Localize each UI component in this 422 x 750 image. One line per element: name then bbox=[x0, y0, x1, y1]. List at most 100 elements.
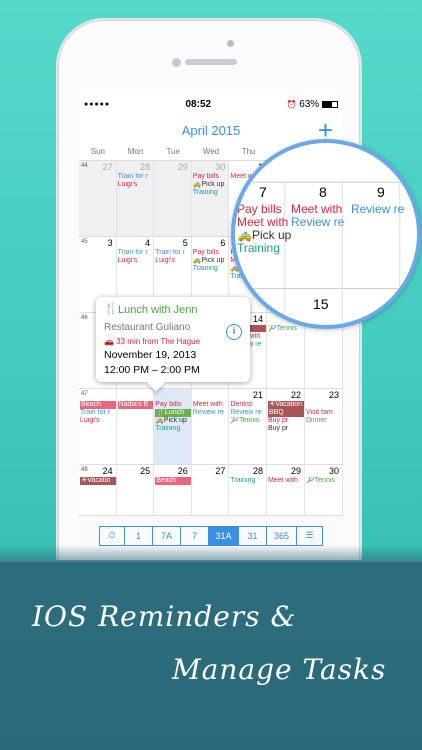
mag-day-7: 7 bbox=[259, 184, 267, 200]
calendar-event[interactable]: Buy pr bbox=[268, 425, 304, 433]
calendar-event[interactable]: Training bbox=[193, 189, 229, 197]
day-number: 29 bbox=[177, 162, 188, 172]
calendar-event[interactable]: Luigi's bbox=[80, 417, 116, 425]
calendar-event[interactable]: Luigi's bbox=[118, 181, 154, 189]
week-number: 48 bbox=[81, 467, 88, 473]
mag-day-8: 8 bbox=[319, 184, 327, 200]
info-button[interactable]: i bbox=[226, 324, 242, 340]
day-cell[interactable]: 44 27 bbox=[79, 161, 117, 236]
day-number: 30 bbox=[328, 466, 339, 476]
calendar-event[interactable]: Luigi's bbox=[155, 257, 191, 265]
calendar-event[interactable]: Luigi's bbox=[118, 257, 154, 265]
calendar-event[interactable]: Beach bbox=[80, 401, 116, 409]
calendar-event[interactable]: 🚕Pick up bbox=[155, 417, 191, 425]
calendar-event[interactable]: Dinner bbox=[306, 417, 342, 425]
dial-icon-button[interactable]: ⏱ bbox=[99, 525, 125, 546]
calendar-event[interactable]: Visit fam bbox=[306, 409, 342, 417]
band-highlight bbox=[0, 560, 422, 562]
calendar-event[interactable]: Training bbox=[230, 477, 266, 485]
day-cell[interactable]: 30 Pay bills 🚕Pick up Training bbox=[191, 161, 230, 236]
day-number: 28 bbox=[140, 162, 151, 172]
calendar-event[interactable]: Train for r bbox=[118, 173, 154, 181]
day-number: 30 bbox=[215, 162, 226, 172]
day-cell[interactable]: 23 Visit fam Dinner bbox=[305, 389, 343, 464]
mag-event: Training bbox=[237, 241, 280, 255]
event-popover: 🍴 Lunch with Jenn Restaurant Guliano 🚗 3… bbox=[96, 297, 250, 392]
calendar-event[interactable]: Pay bills bbox=[193, 249, 229, 257]
popover-location: Restaurant Guliano bbox=[104, 322, 191, 333]
day-number: 22 bbox=[290, 390, 301, 400]
day-cell[interactable]: 28 Train for r Luigi's bbox=[116, 161, 155, 236]
battery-icon bbox=[321, 100, 338, 108]
calendar-event[interactable]: Train for r bbox=[155, 249, 191, 257]
calendar-event[interactable]: Pay bills bbox=[155, 401, 191, 409]
calendar-event[interactable]: Review re bbox=[230, 409, 266, 417]
view-button-365[interactable]: 365 bbox=[267, 525, 297, 546]
calendar-event[interactable]: Pay bills bbox=[193, 173, 229, 181]
calendar-event[interactable]: Dentist bbox=[230, 401, 266, 409]
calendar-event[interactable]: Nadia's B bbox=[117, 401, 154, 409]
day-cell[interactable]: 29 bbox=[154, 161, 192, 236]
day-number: 23 bbox=[328, 390, 339, 400]
calendar-event[interactable]: Training bbox=[193, 265, 229, 273]
mag-day-15: 15 bbox=[313, 296, 329, 312]
mag-event: 🚕Pick up bbox=[237, 228, 292, 242]
calendar-event[interactable]: 🍴Lunch bbox=[155, 409, 191, 417]
view-button-31a[interactable]: 31A bbox=[209, 525, 239, 546]
calendar-event[interactable]: ☀Vacation bbox=[267, 401, 304, 409]
view-button-7[interactable]: 7 bbox=[181, 525, 209, 546]
calendar-event[interactable]: Beach bbox=[155, 477, 191, 485]
view-button-1[interactable]: 1 bbox=[125, 525, 153, 546]
mag-event: Meet with bbox=[237, 215, 289, 229]
day-number: 29 bbox=[290, 466, 301, 476]
view-button-7a[interactable]: 7A bbox=[153, 525, 181, 546]
alarm-icon: ⏰ bbox=[286, 99, 297, 109]
day-number: 27 bbox=[215, 466, 226, 476]
day-cell[interactable]: Pay bills 🍴Lunch 🚕Pick up Training bbox=[154, 389, 192, 464]
popover-time: 12:00 PM – 2:00 PM bbox=[104, 364, 200, 376]
signal-icon: ●●●●● bbox=[84, 100, 111, 108]
week-number: 46 bbox=[81, 315, 88, 321]
calendar-event[interactable]: Buy pr bbox=[268, 417, 304, 425]
magnifier-lens: 7 8 9 Pay bills Meet with 🚕Pick up Train… bbox=[231, 139, 421, 329]
status-battery-group: ⏰ 63% bbox=[286, 99, 338, 110]
calendar-event[interactable]: Review re bbox=[193, 409, 229, 417]
day-cell[interactable]: Nadia's B bbox=[117, 389, 155, 464]
calendar-event[interactable]: 🎾Tennis bbox=[306, 477, 342, 485]
calendar-event[interactable]: 🚕Pick up bbox=[193, 181, 229, 189]
day-number: 3 bbox=[107, 238, 113, 248]
day-cell[interactable]: Dentist Review re 🎾Tennis 21 bbox=[229, 389, 267, 464]
weekday-label: Wed bbox=[202, 147, 220, 156]
list-icon-button[interactable]: ☰ bbox=[297, 525, 323, 546]
view-button-31[interactable]: 31 bbox=[239, 525, 267, 546]
front-camera bbox=[172, 58, 181, 67]
day-number: 4 bbox=[145, 238, 151, 248]
fork-knife-icon: 🍴 bbox=[104, 303, 118, 315]
calendar-event[interactable]: Meet with bbox=[193, 401, 229, 409]
mag-event: Review re bbox=[291, 215, 345, 229]
calendar-event[interactable]: Train for r bbox=[118, 249, 154, 257]
day-cell[interactable]: Meet with Review re bbox=[192, 389, 230, 464]
calendar-event[interactable]: 🎾Tennis bbox=[268, 325, 304, 333]
calendar-event[interactable]: Meet with bbox=[268, 477, 304, 485]
status-time: 08:52 bbox=[185, 98, 212, 110]
weekend-cells: 22 ☀Vacation BBQ Buy pr Buy pr 23 Visit fam Din… bbox=[267, 389, 343, 464]
day-number: 27 bbox=[102, 162, 113, 172]
week-number: 45 bbox=[81, 239, 88, 245]
calendar-event[interactable]: 🚕Pick up bbox=[193, 257, 229, 265]
day-cell[interactable]: 22 ☀Vacation BBQ Buy pr Buy pr bbox=[267, 389, 305, 464]
day-number: 6 bbox=[220, 238, 226, 248]
camera-dot bbox=[227, 40, 234, 47]
day-number: 25 bbox=[140, 466, 151, 476]
day-cell[interactable]: 47 Beach Train for r Luigi's bbox=[79, 389, 117, 464]
calendar-event[interactable]: Training bbox=[155, 425, 191, 433]
calendar-event[interactable]: Train for r bbox=[80, 409, 116, 417]
calendar-event[interactable]: ☀Vacatio bbox=[80, 477, 116, 485]
battery-percent: 63% bbox=[299, 98, 320, 110]
day-number: 21 bbox=[252, 390, 263, 400]
promo-line-1: IOS Reminders & bbox=[32, 600, 297, 633]
promo-line-2: Manage Tasks bbox=[172, 653, 387, 686]
status-bar: ●●●●● 08:52 ⏰ 63% bbox=[79, 93, 343, 115]
calendar-event[interactable]: BBQ bbox=[267, 409, 304, 417]
calendar-event[interactable]: 🎾Tennis bbox=[230, 417, 266, 425]
